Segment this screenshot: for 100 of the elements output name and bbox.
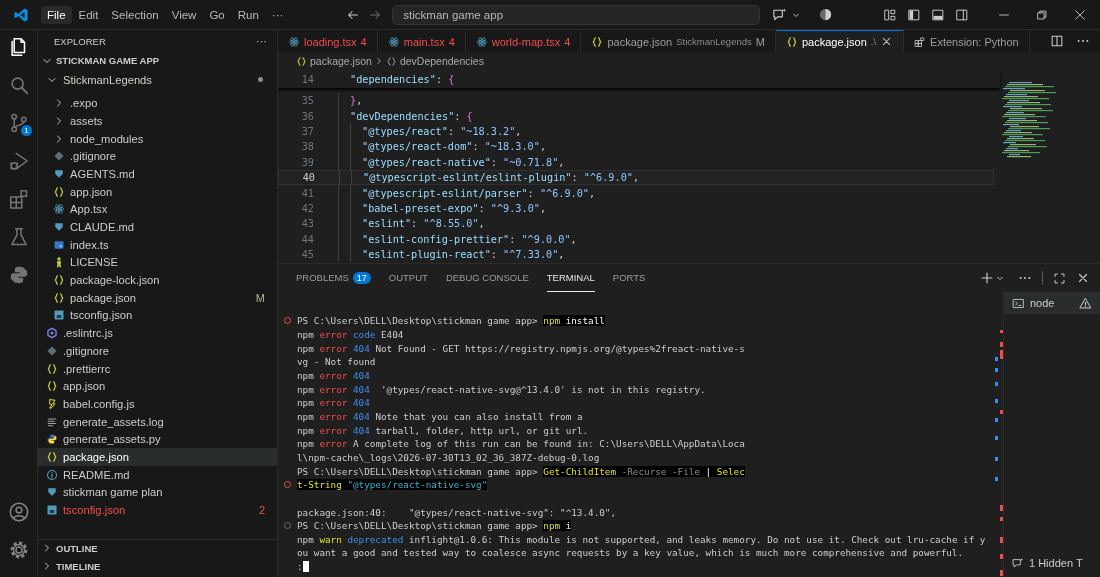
account-icon[interactable] bbox=[7, 501, 30, 523]
editor-tab[interactable]: package.json .\ bbox=[775, 30, 905, 52]
line-number: 37 bbox=[300, 125, 314, 137]
terminal-line: npm error A complete log of this run can be found in: C:\Users\DELL\AppData\Loca bbox=[297, 438, 745, 450]
chat-icon[interactable] bbox=[772, 7, 788, 22]
menu-item[interactable]: Edit bbox=[72, 5, 105, 24]
restore-icon[interactable] bbox=[1035, 7, 1049, 22]
file-tree-item[interactable]: .gitignore bbox=[38, 342, 277, 360]
file-tree-item[interactable]: LICENSE bbox=[38, 253, 277, 272]
file-tree-item[interactable]: generate_assets.py bbox=[38, 430, 277, 449]
breadcrumb-item[interactable]: devDependencies bbox=[399, 55, 484, 67]
panel-tab[interactable]: DEBUG CONSOLE bbox=[445, 264, 529, 292]
secondary-sidebar-icon[interactable] bbox=[955, 7, 969, 22]
menu-item[interactable]: Selection bbox=[105, 5, 165, 24]
panel-section-header[interactable]: OUTLINE bbox=[38, 539, 277, 558]
layout-icon[interactable] bbox=[883, 7, 897, 22]
file-tree-item[interactable]: node_modules bbox=[38, 129, 277, 148]
line-number: 44 bbox=[300, 233, 314, 245]
split-editor-icon[interactable] bbox=[1050, 34, 1064, 48]
line-number: 45 bbox=[300, 249, 314, 261]
editor-tab[interactable]: world-map.tsx 4 bbox=[465, 30, 582, 52]
file-tree-item[interactable]: .gitignore bbox=[38, 147, 277, 166]
search-field[interactable]: stickman game app bbox=[392, 4, 761, 25]
terminal-line: vg - Not found bbox=[297, 356, 376, 368]
code-line: "eslint-config-prettier": "^9.0.0", bbox=[362, 233, 577, 245]
braces-icon bbox=[385, 55, 397, 67]
terminal-line: npm error 404 Not Found - GET https://registry.npmjs.org/@types%2freact-native-s bbox=[297, 342, 745, 354]
py-file-icon bbox=[46, 433, 58, 446]
json-file-icon bbox=[296, 55, 307, 67]
hidden-terminals-item[interactable]: 1 Hidden T bbox=[1004, 553, 1100, 577]
extension-file-icon bbox=[914, 35, 927, 48]
git-file-icon bbox=[53, 150, 65, 163]
breadcrumb-item[interactable]: package.json bbox=[310, 55, 372, 67]
editor-tab[interactable]: main.tsx 4 bbox=[377, 30, 466, 52]
file-tree-item[interactable]: package.json bbox=[38, 448, 277, 466]
file-tree-item[interactable]: tsconfig.json 2 bbox=[38, 501, 277, 519]
file-tree-item[interactable]: AGENTS.md bbox=[38, 165, 277, 183]
terminal-line: : bbox=[297, 561, 303, 573]
code-line: "dependencies": { bbox=[349, 73, 455, 85]
json-file-icon bbox=[785, 35, 798, 48]
file-tree-item[interactable]: tsconfig.json bbox=[38, 306, 277, 325]
folder-section-header[interactable]: STICKMAN GAME APP bbox=[38, 52, 277, 70]
close-window-icon[interactable] bbox=[1073, 7, 1087, 22]
file-tree-item[interactable]: .eslintrc.js bbox=[38, 324, 277, 342]
file-tree-item[interactable]: app.json bbox=[38, 182, 277, 201]
log-file-icon bbox=[46, 415, 58, 428]
file-tree-item[interactable]: app.json bbox=[38, 377, 277, 396]
terminal-line: npm warn deprecated inflight@1.0.6: This module is not supported, and leaks memory. Do not use it. Check out lru-cache if y bbox=[297, 533, 986, 545]
file-tree-item[interactable]: .expo bbox=[38, 94, 277, 113]
line-number: 39 bbox=[300, 156, 314, 168]
file-tree-item[interactable]: StickmanLegends bbox=[38, 70, 277, 89]
count-badge: 1 bbox=[21, 125, 32, 136]
node-terminal-item[interactable]: node bbox=[1004, 292, 1100, 314]
maximize-icon[interactable] bbox=[1053, 271, 1066, 285]
tsx-file-icon bbox=[475, 35, 488, 48]
file-tree-item[interactable]: index.ts bbox=[38, 235, 277, 254]
editor-tab[interactable]: Extension: Python bbox=[904, 30, 1030, 52]
modified-dot bbox=[258, 77, 263, 83]
terminal-line: npm error 404 Note that you can also install from a bbox=[297, 410, 583, 422]
terminal-line: npm error 404 bbox=[297, 397, 370, 409]
panel-toggle-icon[interactable] bbox=[931, 7, 945, 22]
git-file-icon bbox=[46, 344, 58, 357]
panel-tab[interactable]: PORTS bbox=[612, 264, 646, 292]
panel-section-header[interactable]: TIMELINE bbox=[38, 557, 277, 575]
sidebar-toggle-icon[interactable] bbox=[907, 7, 921, 22]
line-number: 43 bbox=[300, 218, 314, 230]
close-icon[interactable] bbox=[1076, 271, 1090, 285]
file-tree-item[interactable]: generate_assets.log bbox=[38, 412, 277, 431]
file-tree-item[interactable]: package.json M bbox=[38, 288, 277, 307]
run-debug-icon[interactable] bbox=[7, 150, 30, 172]
more-actions-button[interactable]: ··· bbox=[252, 35, 271, 47]
file-tree-item[interactable]: .prettierrc bbox=[38, 359, 277, 378]
file-tree-item[interactable]: App.tsx bbox=[38, 200, 277, 219]
menu-item[interactable]: File bbox=[41, 5, 72, 24]
file-tree-item[interactable]: assets bbox=[38, 112, 277, 130]
file-tree-item[interactable]: package-lock.json bbox=[38, 271, 277, 289]
code-line: "devDependencies": { bbox=[350, 110, 473, 122]
file-tree-item[interactable]: CLAUDE.md bbox=[38, 218, 277, 236]
editor-tab[interactable]: loading.tsx 4 bbox=[278, 30, 378, 52]
editor-tab[interactable]: package.json StickmanLegends M bbox=[581, 30, 776, 52]
menu-item[interactable]: Go bbox=[203, 5, 231, 24]
code-line: "@types/react": "~18.3.2", bbox=[362, 125, 522, 137]
status-label: M bbox=[255, 291, 265, 304]
extensions-icon[interactable] bbox=[7, 188, 30, 210]
code-line: "eslint-plugin-react": "^7.33.0", bbox=[362, 249, 565, 261]
tab-status-label: 4 bbox=[448, 35, 455, 48]
file-tree-item[interactable]: babel.config.js bbox=[38, 395, 277, 413]
new-terminal-icon[interactable] bbox=[980, 271, 994, 285]
line-number: 40 bbox=[301, 172, 315, 184]
panel-tab[interactable]: OUTPUT bbox=[388, 264, 428, 292]
panel-tab[interactable]: TERMINAL bbox=[546, 264, 595, 292]
chat-icon bbox=[1012, 557, 1024, 569]
account-orb-icon[interactable] bbox=[818, 7, 834, 22]
file-tree-item[interactable]: README.md bbox=[38, 465, 277, 484]
file-tree-item[interactable]: stickman game plan bbox=[38, 483, 277, 502]
panel-tab[interactable]: PROBLEMS 17 bbox=[296, 264, 371, 292]
menu-item[interactable]: View bbox=[165, 5, 203, 24]
tsx-file-icon bbox=[288, 35, 300, 48]
menu-item[interactable]: Run bbox=[231, 5, 265, 24]
menu-item[interactable]: ··· bbox=[265, 5, 290, 24]
